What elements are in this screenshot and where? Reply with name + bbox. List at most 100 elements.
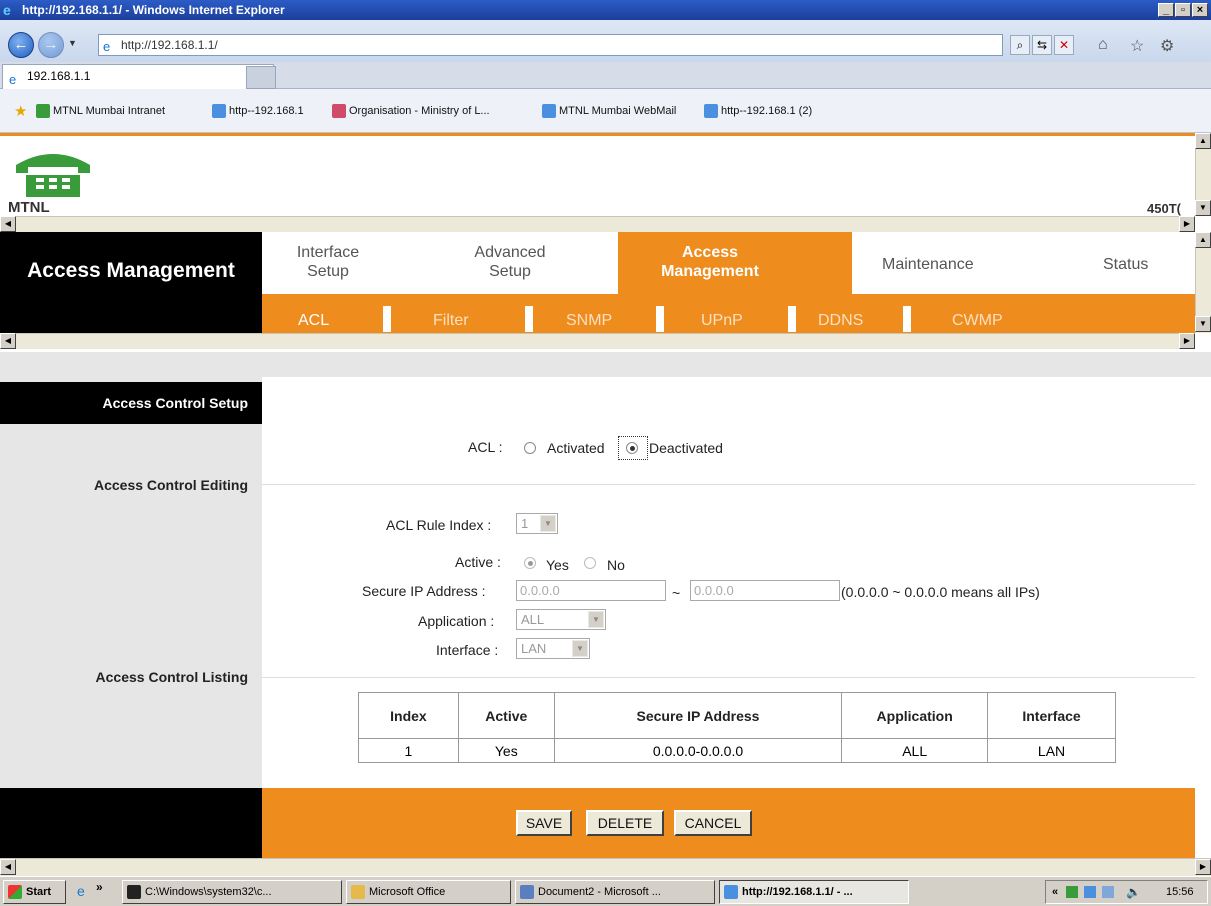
maximize-button[interactable]: ▫ (1175, 3, 1191, 17)
content-top-strip (0, 352, 1211, 377)
cancel-button[interactable]: CANCEL (674, 810, 752, 836)
active-no-radio[interactable] (584, 555, 596, 569)
subtab-upnp[interactable]: UPnP (701, 312, 743, 330)
ie-page-icon (704, 104, 718, 118)
banner-frame (0, 133, 1195, 216)
subtab-snmp[interactable]: SNMP (566, 312, 612, 330)
subtab-filter[interactable]: Filter (433, 312, 469, 330)
brand-name: MTNL (8, 199, 50, 216)
radio-icon (584, 556, 596, 569)
subtab-cwmp[interactable]: CWMP (952, 312, 1003, 330)
new-tab-button[interactable] (246, 66, 276, 89)
stop-icon[interactable]: ✕ (1054, 35, 1074, 55)
favorite-http-1[interactable]: http--192.168.1 (212, 104, 304, 118)
forward-button[interactable]: → (38, 32, 64, 58)
tray-chevron-icon[interactable]: « (1052, 881, 1058, 903)
tab-advanced-setup[interactable]: Advanced Setup (462, 243, 558, 281)
ip-range-tilde: ~ (672, 585, 681, 601)
section-title: Access Management (27, 259, 235, 282)
tab-access-management[interactable]: Access Management (650, 243, 770, 281)
nav-hscroll[interactable] (0, 333, 1195, 349)
column-header: Index (358, 692, 459, 739)
rule-index-select[interactable]: 1 ▼ (516, 513, 558, 534)
radio-icon (524, 556, 536, 569)
ie-page-icon (212, 104, 226, 118)
scroll-left-icon[interactable]: ◀ (0, 216, 16, 232)
close-window-button[interactable]: × (1192, 3, 1208, 17)
active-no-label: No (607, 557, 625, 573)
table-cell: ALL (841, 738, 989, 763)
gear-icon[interactable]: ⚙ (1160, 36, 1174, 56)
minimize-button[interactable]: _ (1158, 3, 1174, 17)
tab-ie-icon: e (9, 72, 17, 87)
tab-status[interactable]: Status (1103, 255, 1148, 274)
taskbar-item-cmd[interactable]: C:\Windows\system32\c... (122, 880, 342, 904)
scroll-right-icon[interactable]: ▶ (1179, 333, 1195, 349)
sub-separator (788, 306, 796, 332)
home-icon[interactable]: ⌂ (1098, 36, 1108, 54)
delete-button[interactable]: DELETE (586, 810, 664, 836)
scroll-right-icon[interactable]: ▶ (1179, 216, 1195, 232)
ip-end-input[interactable]: 0.0.0.0 (690, 580, 840, 601)
taskbar-item-office[interactable]: Microsoft Office (346, 880, 511, 904)
subtab-ddns[interactable]: DDNS (818, 312, 863, 330)
history-dropdown-icon[interactable]: ▼ (68, 38, 77, 48)
favorite-ministry[interactable]: Organisation - Ministry of L... (332, 104, 490, 118)
browser-tab[interactable]: e 192.168.1.1 × (2, 64, 274, 89)
scroll-down-icon[interactable]: ▼ (1195, 316, 1211, 332)
interface-label: Interface : (436, 642, 499, 658)
ie-logo-icon: e (3, 2, 11, 18)
wifi-icon[interactable] (1102, 886, 1114, 898)
active-label: Active : (455, 554, 501, 570)
scroll-left-icon[interactable]: ◀ (0, 333, 16, 349)
url-input[interactable]: e http://192.168.1.1/ (98, 34, 1003, 56)
chevron-down-icon: ▼ (588, 611, 604, 628)
application-select[interactable]: ALL ▼ (516, 609, 606, 630)
compatibility-icon[interactable]: ⇆ (1032, 35, 1052, 55)
update-icon[interactable] (1084, 886, 1096, 898)
start-button[interactable]: Start (3, 880, 66, 904)
listing-title: Access Control Listing (95, 669, 248, 685)
table-row: 1 Yes 0.0.0.0-0.0.0.0 ALL LAN (358, 738, 1116, 763)
content-hscroll[interactable] (0, 858, 1211, 876)
column-header: Interface (987, 692, 1116, 739)
banner-hscroll[interactable] (0, 216, 1195, 232)
scroll-up-icon[interactable]: ▲ (1195, 133, 1211, 149)
radio-icon (524, 441, 536, 454)
save-button[interactable]: SAVE (516, 810, 572, 836)
scroll-down-icon[interactable]: ▼ (1195, 200, 1211, 216)
clock: 15:56 (1166, 886, 1194, 898)
acl-activated-radio[interactable] (524, 440, 536, 454)
volume-icon[interactable]: 🔈 (1126, 881, 1141, 903)
table-cell: LAN (987, 738, 1116, 763)
favorite-http-2[interactable]: http--192.168.1 (2) (704, 104, 812, 118)
network-icon[interactable] (1066, 886, 1078, 898)
subtab-acl[interactable]: ACL (298, 312, 329, 330)
interface-select[interactable]: LAN ▼ (516, 638, 590, 659)
search-icon[interactable]: ⌕ (1010, 35, 1030, 55)
acl-deactivated-radio[interactable] (626, 440, 638, 454)
folder-icon (351, 885, 365, 899)
back-button[interactable]: ← (8, 32, 34, 58)
taskbar-item-ie[interactable]: http://192.168.1.1/ - ... (719, 880, 909, 904)
favorites-star-icon[interactable]: ☆ (1130, 36, 1144, 56)
taskbar-item-document[interactable]: Document2 - Microsoft ... (515, 880, 715, 904)
favorite-webmail[interactable]: MTNL Mumbai WebMail (542, 104, 676, 118)
tab-maintenance[interactable]: Maintenance (882, 255, 974, 274)
tab-interface-setup[interactable]: Interface Setup (284, 243, 372, 281)
scroll-left-icon[interactable]: ◀ (0, 859, 16, 875)
ie-quicklaunch-icon[interactable]: e (77, 883, 85, 899)
active-yes-label: Yes (546, 557, 569, 573)
windows-logo-icon (8, 885, 22, 899)
window-title-bar: e http://192.168.1.1/ - Windows Internet… (0, 0, 1211, 20)
scroll-right-icon[interactable]: ▶ (1195, 859, 1211, 875)
active-yes-radio[interactable] (524, 555, 536, 569)
quicklaunch-chevron-icon[interactable]: » (96, 880, 103, 894)
sub-separator (656, 306, 664, 332)
ip-start-input[interactable]: 0.0.0.0 (516, 580, 666, 601)
favorites-star-icon[interactable]: ★ (14, 102, 27, 120)
scroll-up-icon[interactable]: ▲ (1195, 232, 1211, 248)
acl-activated-label: Activated (547, 440, 605, 456)
favorite-mtnl-intranet[interactable]: MTNL Mumbai Intranet (36, 104, 165, 118)
application-label: Application : (418, 613, 495, 629)
